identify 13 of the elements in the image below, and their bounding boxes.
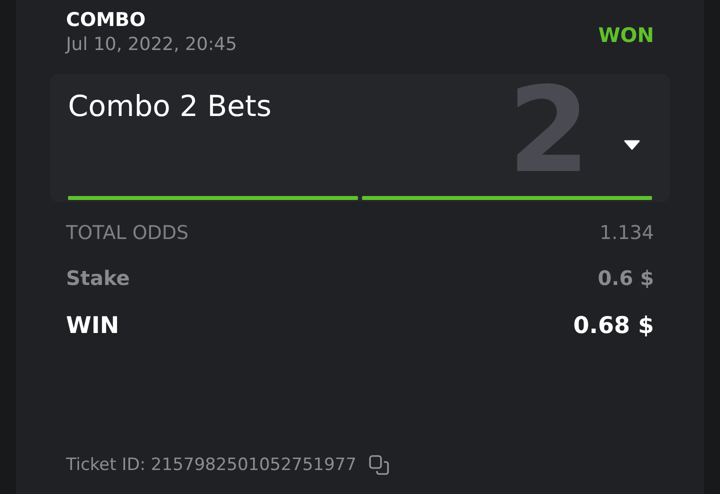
bet-date: Jul 10, 2022, 20:45: [66, 33, 237, 57]
summary-label: TOTAL ODDS: [66, 222, 189, 244]
bet-status: WON: [598, 22, 654, 47]
bet-type: COMBO: [66, 8, 147, 32]
caret-icon[interactable]: [624, 140, 640, 150]
summary-label: WIN: [66, 313, 120, 339]
combo-title: Combo 2 Bets: [68, 88, 272, 125]
summary-value: 0.68 $: [573, 313, 654, 339]
ticket-id: Ticket ID: 2157982501052751977: [66, 455, 356, 475]
summary-label: Stake: [66, 266, 130, 290]
copy-icon[interactable]: [368, 454, 390, 476]
summary-value: 0.6 $: [598, 266, 654, 290]
summary-value: 1.134: [600, 222, 654, 244]
